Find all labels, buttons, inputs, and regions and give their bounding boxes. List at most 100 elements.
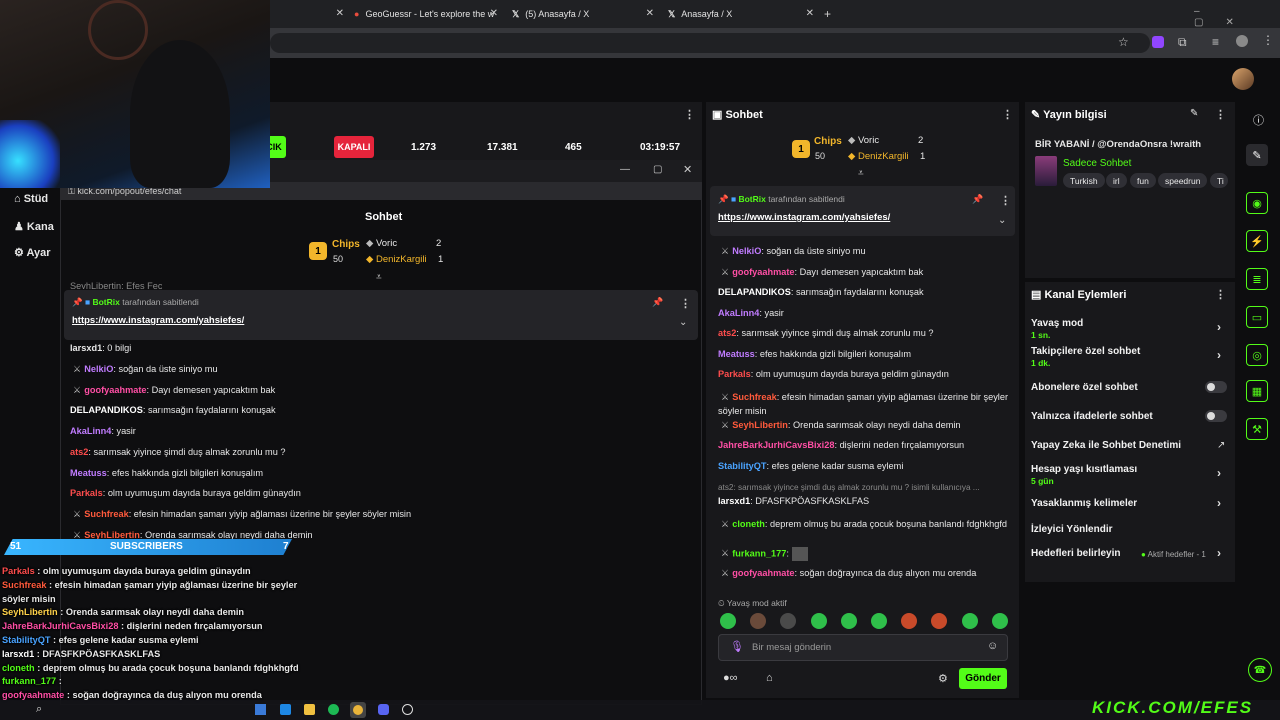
toggle-switch[interactable]: [1205, 381, 1227, 393]
chat-username[interactable]: goofyaahmate: [84, 385, 146, 395]
chat-kebab-icon[interactable]: ⋮: [1002, 108, 1013, 121]
channel-action-label[interactable]: Hesap yaşı kısıtlaması: [1031, 464, 1137, 475]
chat-settings-icon[interactable]: ⚙: [938, 672, 948, 685]
emote-icon[interactable]: [750, 613, 767, 629]
spotify-icon[interactable]: [328, 704, 339, 715]
rail-chat-icon[interactable]: ▭: [1246, 306, 1268, 328]
mic-icon[interactable]: 🎙: [730, 640, 744, 653]
profile-avatar[interactable]: [1236, 35, 1248, 47]
chat-username[interactable]: JahreBarkJurhiCavsBixi28: [718, 440, 834, 450]
popout-unpin-icon[interactable]: 📌: [652, 297, 663, 308]
discord-icon[interactable]: [378, 704, 389, 715]
channel-actions-kebab-icon[interactable]: ⋮: [1215, 288, 1226, 301]
chat-username[interactable]: Parkals: [718, 369, 751, 379]
tag-pill[interactable]: irl: [1106, 173, 1127, 188]
external-link-icon[interactable]: ↗: [1217, 440, 1225, 451]
chat-username[interactable]: AkaLinn4: [718, 308, 759, 318]
user-avatar[interactable]: [1232, 68, 1254, 90]
emote-icon[interactable]: [931, 613, 948, 629]
toggle-switch[interactable]: [1205, 410, 1227, 422]
app-icon-1[interactable]: [280, 704, 291, 715]
emoji-icon[interactable]: ☺: [987, 640, 998, 652]
popout-pinned-link[interactable]: https://www.instagram.com/yahsiefes/: [72, 315, 244, 326]
emote-icon[interactable]: [901, 613, 918, 629]
chat-username[interactable]: DELAPANDIKOS: [718, 287, 791, 297]
chat-username[interactable]: Meatuss: [70, 468, 107, 478]
menu-icon[interactable]: ⋮: [1262, 33, 1274, 47]
close-tab-icon[interactable]: ✕: [806, 8, 814, 19]
close-window-icon[interactable]: ✕: [683, 163, 692, 176]
media-icon[interactable]: ≡: [1212, 35, 1219, 49]
popout-pinned-kebab-icon[interactable]: ⋮: [680, 297, 691, 310]
rail-list-icon[interactable]: ≣: [1246, 268, 1268, 290]
chat-username[interactable]: ats2: [70, 447, 88, 457]
tag-pill[interactable]: Ti: [1210, 173, 1228, 188]
emote-icon[interactable]: [780, 613, 797, 629]
channel-action-label[interactable]: Takipçilere özel sohbet: [1031, 346, 1140, 357]
rail-broadcast-icon[interactable]: ◎: [1246, 344, 1268, 366]
channel-action-label[interactable]: Yavaş mod: [1031, 318, 1083, 329]
chat-username[interactable]: furkann_177: [732, 548, 786, 558]
rail-record-icon[interactable]: ◉: [1246, 192, 1268, 214]
stream-info-kebab-icon[interactable]: ⋮: [1215, 108, 1226, 121]
emote-icon[interactable]: [871, 613, 887, 629]
new-tab-button[interactable]: +: [824, 7, 831, 21]
search-icon[interactable]: ⌕: [36, 703, 42, 716]
chat-username[interactable]: goofyaahmate: [732, 267, 794, 277]
chrome-icon[interactable]: [353, 705, 363, 715]
expand-chevron-icon[interactable]: ⌄: [998, 215, 1006, 226]
extension-icon[interactable]: [1152, 36, 1164, 48]
chat-username[interactable]: goofyaahmate: [732, 568, 794, 578]
chat-username[interactable]: Suchfreak: [84, 509, 128, 519]
infinity-icon[interactable]: ●∞: [723, 672, 738, 684]
browser-tab-x-2[interactable]: 𝕏 Anasayfa / X ✕: [660, 0, 820, 28]
close-tab-icon[interactable]: ✕: [336, 8, 344, 19]
info-icon[interactable]: ⓘ: [1253, 112, 1264, 128]
tag-pill[interactable]: Turkish: [1063, 173, 1105, 188]
puzzle-icon[interactable]: ⧉: [1178, 35, 1187, 50]
rail-bolt-icon[interactable]: ⚡: [1246, 230, 1268, 252]
popout-collapse-icon[interactable]: ⩡: [376, 272, 382, 283]
window-controls[interactable]: –▢✕: [1194, 6, 1280, 28]
browser-tab-geoguessr[interactable]: ● GeoGuessr - Let's explore the w ✕: [346, 0, 504, 28]
pinned-kebab-icon[interactable]: ⋮: [1000, 194, 1011, 207]
chevron-right-icon[interactable]: ›: [1217, 348, 1221, 362]
chat-username[interactable]: Suchfreak: [732, 392, 776, 402]
store-icon[interactable]: ⌂: [766, 672, 773, 684]
chat-username[interactable]: Parkals: [70, 488, 103, 498]
chat-username[interactable]: larsxd1: [718, 496, 750, 506]
url-field[interactable]: [270, 33, 1150, 53]
emote-icon[interactable]: [991, 613, 1008, 629]
collapse-icon[interactable]: ⩡: [858, 168, 864, 179]
edit-icon[interactable]: ✎: [1190, 108, 1198, 119]
rail-tools-icon[interactable]: ⚒: [1246, 418, 1268, 440]
chat-username[interactable]: SeyhLibertin: [84, 530, 140, 540]
rail-layout-icon[interactable]: ▦: [1246, 380, 1268, 402]
pinned-link[interactable]: https://www.instagram.com/yahsiefes/: [718, 212, 890, 223]
support-icon[interactable]: ☎: [1248, 658, 1272, 682]
emote-icon[interactable]: [961, 613, 978, 629]
popout-expand-icon[interactable]: ⌄: [679, 317, 687, 328]
channel-action-label[interactable]: Abonelere özel sohbet: [1031, 382, 1138, 393]
minimize-icon[interactable]: —: [620, 164, 630, 175]
unpin-icon[interactable]: 📌: [972, 194, 983, 205]
emote-icon[interactable]: [840, 613, 857, 629]
channel-action-label[interactable]: Hedefleri belirleyin: [1031, 548, 1120, 559]
folder-icon[interactable]: [304, 704, 315, 715]
windows-icon[interactable]: [255, 704, 266, 715]
chat-username[interactable]: DELAPANDIKOS: [70, 405, 143, 415]
channel-action-label[interactable]: Yalnızca ifadelerle sohbet: [1031, 411, 1153, 422]
chevron-right-icon[interactable]: ›: [1217, 496, 1221, 510]
send-button[interactable]: Gönder: [959, 668, 1007, 689]
rail-edit-icon[interactable]: ✎: [1246, 144, 1268, 166]
browser-tab-0[interactable]: ✕: [270, 0, 350, 28]
chat-username[interactable]: StabilityQT: [718, 461, 767, 471]
obs-icon[interactable]: [402, 704, 413, 715]
close-tab-icon[interactable]: ✕: [490, 8, 498, 19]
browser-tab-x-1[interactable]: 𝕏 (5) Anasayfa / X ✕: [504, 0, 660, 28]
chat-username[interactable]: Meatuss: [718, 349, 755, 359]
maximize-icon[interactable]: ▢: [653, 164, 662, 175]
chat-username[interactable]: AkaLinn4: [70, 426, 111, 436]
chat-username[interactable]: NelkiO: [84, 364, 113, 374]
category-name[interactable]: Sadece Sohbet: [1063, 158, 1131, 169]
